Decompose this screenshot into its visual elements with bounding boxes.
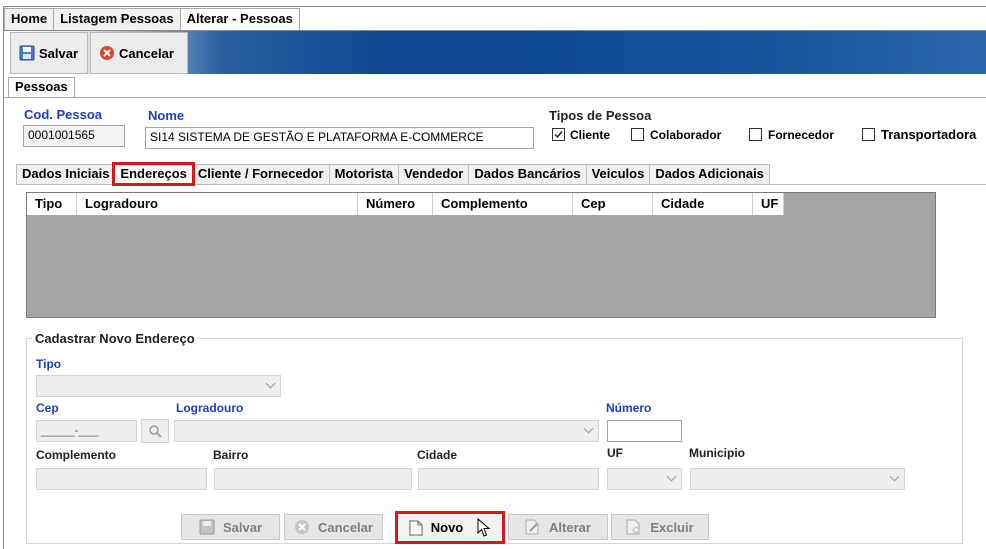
tab-dados-iniciais[interactable]: Dados Iniciais (16, 164, 116, 184)
uf-label: UF (607, 446, 623, 460)
logradouro-select[interactable] (174, 420, 599, 442)
salvar-endereco-button[interactable]: Salvar (181, 514, 280, 540)
cancel-button[interactable]: Cancelar (90, 32, 188, 74)
checkbox-colaborador-label: Colaborador (650, 128, 722, 142)
checkbox-cliente-label: Cliente (570, 128, 611, 142)
inner-tab-bar: Dados Iniciais Endereços Cliente / Forne… (16, 162, 770, 186)
enderecos-grid[interactable]: Tipo Logradouro Número Complemento Cep C… (26, 192, 936, 318)
bairro-label: Bairro (213, 448, 249, 462)
grid-header: Tipo Logradouro Número Complemento Cep C… (27, 193, 784, 215)
alterar-button-label: Alterar (549, 519, 591, 535)
checkbox-fornecedor[interactable] (749, 128, 762, 141)
search-icon (149, 425, 162, 438)
column-header-uf[interactable]: UF (753, 193, 784, 215)
tab-cliente-fornecedor[interactable]: Cliente / Fornecedor (191, 164, 330, 184)
nome-field[interactable]: SI14 SISTEMA DE GESTÃO E PLATAFORMA E-CO… (145, 127, 534, 149)
toolbar: Salvar Cancelar (4, 30, 986, 74)
cidade-field[interactable] (418, 468, 599, 490)
chevron-down-icon (583, 423, 594, 434)
floppy-disk-icon (199, 519, 215, 535)
cancelar-endereco-button[interactable]: Cancelar (284, 514, 383, 540)
tab-alterar-pessoas[interactable]: Alterar - Pessoas (179, 8, 300, 31)
column-header-tipo[interactable]: Tipo (27, 193, 77, 215)
tipo-label: Tipo (36, 357, 62, 371)
tipos-pessoa-title: Tipos de Pessoa (549, 108, 652, 123)
checkbox-fornecedor-label: Fornecedor (768, 128, 835, 142)
cancel-button-label: Cancelar (119, 45, 174, 61)
tab-motorista[interactable]: Motorista (328, 164, 400, 184)
numero-label: Número (606, 401, 652, 415)
tab-home[interactable]: Home (4, 8, 55, 30)
cancel-icon (99, 45, 115, 61)
checkbox-cliente[interactable] (552, 128, 565, 141)
delete-document-icon (626, 519, 642, 535)
cidade-label: Cidade (417, 448, 458, 462)
salvar-endereco-label: Salvar (222, 519, 263, 535)
cancel-icon (294, 519, 310, 535)
excluir-button[interactable]: Excluir (611, 514, 709, 540)
tab-dados-bancarios[interactable]: Dados Bancários (468, 164, 587, 184)
tab-pessoas[interactable]: Pessoas (8, 77, 75, 97)
nome-label: Nome (148, 108, 185, 123)
logradouro-label: Logradouro (176, 401, 244, 415)
column-header-logradouro[interactable]: Logradouro (77, 193, 358, 215)
complemento-field[interactable] (36, 468, 207, 490)
complemento-label: Complemento (36, 448, 117, 462)
section-divider (4, 97, 986, 98)
numero-field[interactable] (607, 420, 682, 442)
cep-label: Cep (36, 401, 59, 415)
municipio-label: Municipio (689, 446, 745, 460)
uf-select[interactable] (607, 468, 682, 490)
novo-endereco-title: Cadastrar Novo Endereço (32, 331, 198, 346)
checkbox-transportadora[interactable] (862, 128, 875, 141)
cod-pessoa-field[interactable]: 0001001565 (23, 125, 125, 147)
municipio-select[interactable] (690, 468, 905, 490)
checkbox-transportadora-label: Transportadora (881, 127, 977, 142)
column-header-numero[interactable]: Número (358, 193, 433, 215)
save-button[interactable]: Salvar (10, 32, 88, 74)
cod-pessoa-label: Cod. Pessoa (24, 107, 103, 122)
mouse-cursor-icon (477, 517, 491, 537)
column-header-cep[interactable]: Cep (573, 193, 653, 215)
cep-search-button[interactable] (141, 419, 169, 443)
chevron-down-icon (265, 378, 276, 389)
top-tab-bar: Home Listagem Pessoas Alterar - Pessoas (4, 8, 300, 31)
bairro-field[interactable] (214, 468, 412, 490)
tipo-select[interactable] (36, 375, 281, 397)
chevron-down-icon (889, 471, 900, 482)
save-button-label: Salvar (39, 45, 79, 61)
tab-dados-adicionais[interactable]: Dados Adicionais (649, 164, 770, 184)
edit-document-icon (525, 519, 541, 535)
floppy-disk-icon (19, 45, 35, 61)
check-mark-icon (554, 131, 563, 139)
cancelar-endereco-label: Cancelar (318, 519, 373, 535)
chevron-down-icon (666, 471, 677, 482)
checkbox-colaborador[interactable] (631, 128, 644, 141)
novo-button[interactable]: Novo (395, 511, 505, 544)
excluir-button-label: Excluir (650, 519, 694, 535)
tab-listagem-pessoas[interactable]: Listagem Pessoas (53, 8, 181, 30)
cep-field[interactable]: _____-___ (36, 420, 137, 442)
column-header-complemento[interactable]: Complemento (433, 193, 573, 215)
new-document-icon (409, 520, 423, 536)
novo-button-label: Novo (430, 520, 464, 535)
inner-tab-divider (16, 184, 986, 185)
alterar-button[interactable]: Alterar (508, 514, 608, 540)
tab-enderecos[interactable]: Endereços (112, 162, 195, 186)
tab-veiculos[interactable]: Veiculos (585, 164, 651, 184)
tab-vendedor[interactable]: Vendedor (398, 164, 470, 184)
column-header-cidade[interactable]: Cidade (653, 193, 753, 215)
